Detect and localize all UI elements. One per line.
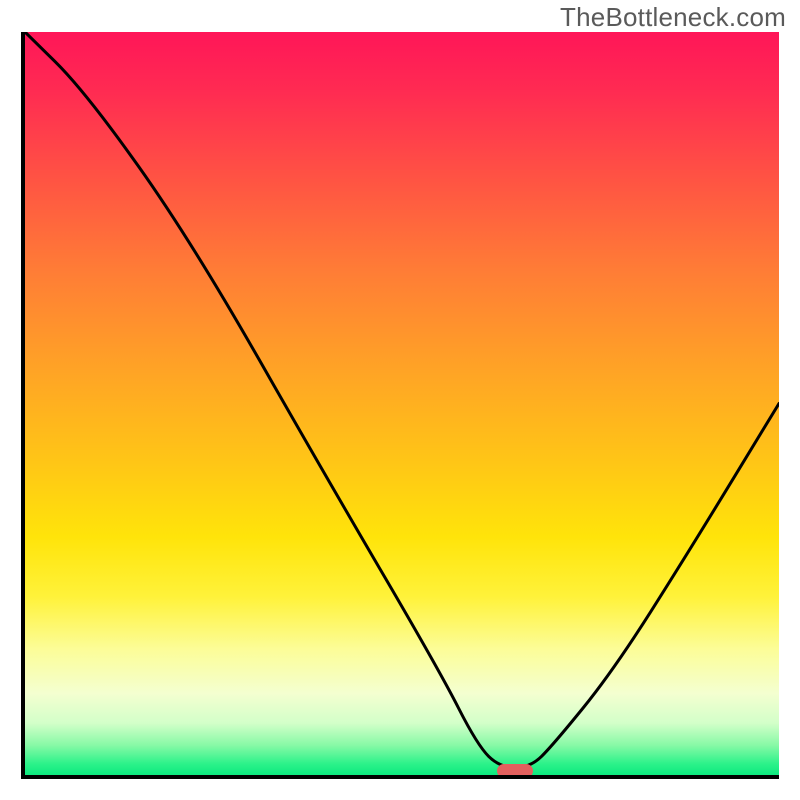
chart-frame: TheBottleneck.com xyxy=(0,0,800,800)
watermark-text: TheBottleneck.com xyxy=(560,2,786,33)
optimal-point-marker xyxy=(497,764,533,778)
bottleneck-curve-path xyxy=(25,32,779,768)
bottleneck-curve xyxy=(25,32,779,775)
plot-area xyxy=(21,32,779,779)
